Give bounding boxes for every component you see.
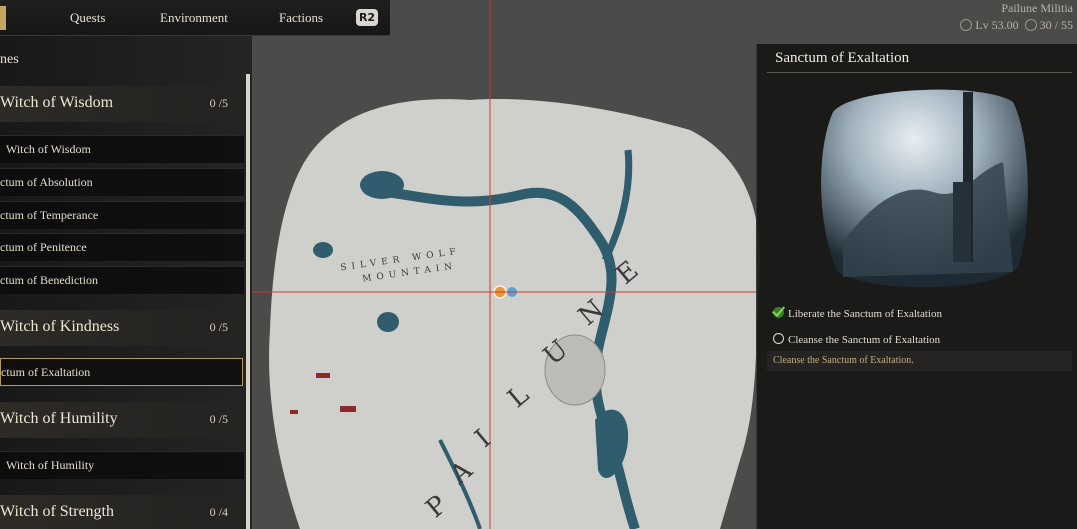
level-icon: [960, 19, 973, 31]
group-title: Witch of Kindness: [0, 318, 120, 335]
objective-description: Cleanse the Sanctum of Exaltation.: [767, 351, 1072, 371]
group-count: 0 /5: [209, 412, 228, 426]
check-icon: [773, 307, 784, 318]
quest-item[interactable]: Witch of Humility: [0, 451, 244, 479]
lake-north: [360, 171, 404, 199]
counter-icon: [1024, 19, 1037, 31]
lake-west: [313, 242, 333, 258]
quest-group-humility[interactable]: Witch of Humility 0 /5: [0, 402, 244, 438]
landmark-marker: [340, 406, 356, 412]
quest-detail-panel: Sanctum of Exaltation Liberate the Sanct…: [756, 44, 1077, 529]
faction-name: Pailune Militia: [1001, 1, 1073, 15]
circle-icon: [773, 333, 784, 344]
divider: [767, 72, 1072, 73]
panel-header: nes: [0, 52, 19, 67]
group-count: 0 /5: [209, 96, 228, 110]
group-title: Witch of Humility: [0, 410, 118, 427]
quest-group-wisdom[interactable]: Witch of Wisdom 0 /5: [0, 86, 244, 122]
quest-item[interactable]: ctum of Temperance: [0, 201, 244, 229]
tab-environment[interactable]: Environment: [160, 10, 228, 26]
quest-item-label: ctum of Benediction: [0, 273, 98, 287]
tab-factions[interactable]: Factions: [279, 10, 323, 26]
quest-item[interactable]: Witch of Wisdom: [0, 135, 244, 163]
player-status: Pailune Militia Lv 53.00 30 / 55: [927, 0, 1077, 36]
landmark-marker: [316, 373, 330, 378]
quest-list-panel: nes Witch of Wisdom 0 /5 Witch of Wisdom…: [0, 36, 252, 529]
counter-value: 30 / 55: [1039, 18, 1073, 32]
quest-item[interactable]: ctum of Penitence: [0, 233, 244, 261]
objective-label: Cleanse the Sanctum of Exaltation: [788, 334, 941, 346]
r2-button-icon[interactable]: R2: [356, 9, 378, 26]
objective-liberate: Liberate the Sanctum of Exaltation: [773, 307, 942, 320]
quest-item-label: ctum of Exaltation: [1, 365, 91, 379]
quest-group-kindness[interactable]: Witch of Kindness 0 /5: [0, 310, 244, 346]
status-row: Lv 53.00 30 / 55: [927, 18, 1073, 33]
quest-item-label: ctum of Absolution: [0, 175, 93, 189]
group-count: 0 /5: [209, 320, 228, 334]
landmark-marker: [290, 410, 298, 414]
objective-cleanse: Cleanse the Sanctum of Exaltation: [773, 333, 940, 346]
lake-small: [377, 312, 399, 332]
top-nav-bar: Quests Environment Factions R2: [0, 0, 390, 36]
quest-item-selected[interactable]: ctum of Exaltation: [0, 358, 243, 386]
quest-group-strength[interactable]: Witch of Strength 0 /4: [0, 495, 244, 529]
quest-item[interactable]: ctum of Benediction: [0, 266, 244, 294]
quest-item-label: ctum of Temperance: [0, 208, 99, 222]
group-title: Witch of Strength: [0, 503, 114, 520]
objective-label: Liberate the Sanctum of Exaltation: [788, 308, 942, 320]
tab-quests[interactable]: Quests: [70, 10, 105, 26]
quest-item[interactable]: ctum of Absolution: [0, 168, 244, 196]
quest-item-label: Witch of Humility: [6, 458, 95, 472]
quest-location-image: [821, 89, 1028, 288]
land-mass: [269, 99, 760, 529]
nav-edge-icon: [0, 6, 6, 30]
group-count: 0 /4: [209, 505, 228, 519]
group-title: Witch of Wisdom: [0, 94, 114, 111]
level-value: Lv 53.00: [975, 18, 1019, 32]
quest-item-label: Witch of Wisdom: [6, 142, 91, 156]
quest-title: Sanctum of Exaltation: [775, 50, 910, 66]
quest-item-label: ctum of Penitence: [0, 240, 87, 254]
scrollbar[interactable]: [246, 74, 250, 529]
